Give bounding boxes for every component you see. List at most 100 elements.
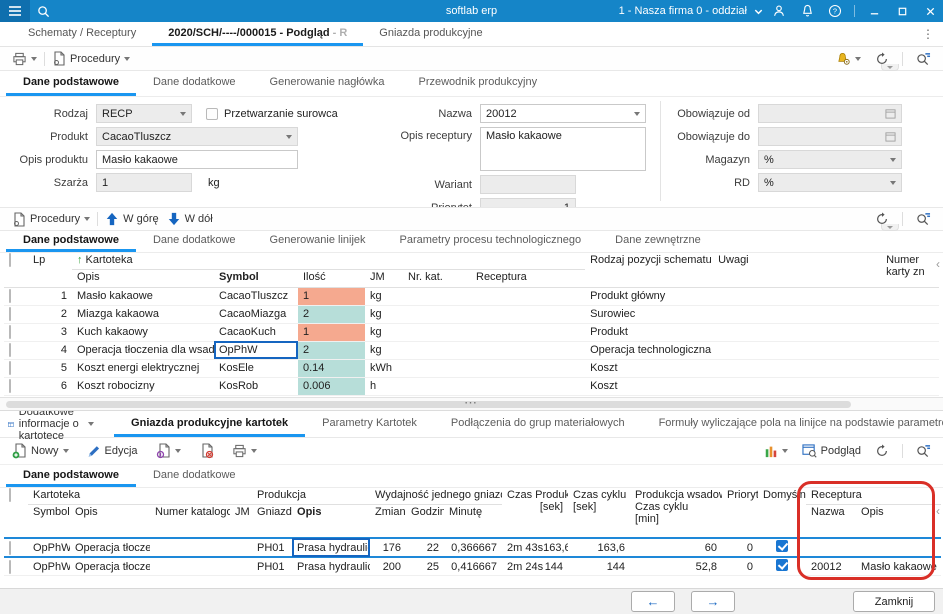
col-numer-karty[interactable]: Numer karty zn — [881, 253, 940, 288]
cell-receptura[interactable] — [471, 287, 586, 306]
cell-gniazdo-opis-selected[interactable]: Prasa hydraulicz — [292, 537, 371, 558]
tab-gniazda-produkcyjne[interactable]: Gniazda produkcyjne — [363, 22, 498, 46]
tab-overflow-menu[interactable]: ⋮ — [922, 27, 935, 41]
wariant-input[interactable] — [480, 175, 576, 194]
col-godzine[interactable]: Godzinę — [406, 504, 445, 539]
filter-search-button[interactable] — [912, 212, 935, 226]
col-nazwa[interactable]: Nazwa — [806, 504, 857, 539]
col-opis[interactable]: Opis — [72, 269, 214, 288]
cell-jm[interactable] — [230, 557, 253, 576]
cell-godzine[interactable]: 25 — [406, 557, 445, 576]
cell-jm[interactable]: kg — [365, 341, 403, 360]
przetwarzanie-surowca-checkbox[interactable] — [206, 107, 218, 120]
cell-priorytet[interactable]: 0 — [722, 557, 759, 576]
table-row[interactable]: 6 Koszt robocizny KosRob 0.006 h Koszt — [4, 377, 940, 396]
col-priorytet[interactable]: Priorytet — [722, 488, 759, 539]
cell-rodzaj[interactable]: Surowiec — [585, 305, 714, 324]
row-checkbox[interactable] — [9, 361, 11, 375]
cell-receptura-opis[interactable]: Masło kakaowe — [856, 557, 942, 576]
cell-opis[interactable]: Operacja tłoczenia — [70, 557, 150, 576]
toolbar-collapse-handle[interactable] — [881, 224, 899, 231]
row-checkbox[interactable] — [9, 307, 11, 321]
cell-rodzaj[interactable]: Operacja technologiczna — [585, 341, 714, 360]
col-nr-kat[interactable]: Nr. kat. — [403, 269, 471, 288]
podglad-button[interactable]: Podgląd — [798, 444, 865, 458]
cell-gniazdo[interactable]: PH01 — [252, 537, 293, 558]
tab-podlaczenia-grup[interactable]: Podłączenia do grup materiałowych — [434, 411, 642, 437]
refresh-button[interactable] — [871, 444, 893, 458]
cell-nr-kat[interactable] — [403, 341, 471, 360]
cell-opis[interactable]: Kuch kakaowy — [72, 323, 214, 342]
table-row[interactable]: 2 Miazga kakaowa CacaoMiazga 2 kg Surowi… — [4, 305, 940, 324]
cell-ilosc[interactable]: 1 — [298, 287, 365, 306]
cell-rodzaj[interactable]: Koszt — [585, 377, 714, 396]
tab-schematy-receptury[interactable]: Schematy / Receptury — [12, 22, 152, 46]
cell-czas-produkcji[interactable]: 2m 24s 144 — [502, 557, 569, 576]
table-row[interactable]: 1 Masło kakaowe CacaoTluszcz 1 kg Produk… — [4, 287, 940, 306]
document-info-button[interactable] — [152, 443, 185, 459]
col-symbol[interactable]: Symbol — [28, 504, 70, 539]
notification-settings-button[interactable] — [832, 52, 865, 66]
cell-receptura[interactable] — [471, 341, 586, 360]
cell-ilosc[interactable]: 1 — [298, 323, 365, 342]
cell-opis[interactable]: Miazga kakaowa — [72, 305, 214, 324]
cell-uwagi[interactable] — [713, 341, 882, 360]
notifications-button[interactable] — [794, 0, 820, 22]
cell-ilosc[interactable]: 2 — [298, 305, 365, 324]
cell-uwagi[interactable] — [713, 377, 882, 396]
col-czas-cyklu[interactable]: Czas cyklu [sek] — [568, 488, 631, 539]
zamknij-button[interactable]: Zamknij — [853, 591, 935, 612]
cell-nr-kat[interactable] — [403, 377, 471, 396]
print-button[interactable] — [8, 52, 41, 66]
global-search-button[interactable] — [30, 0, 56, 22]
row-checkbox[interactable] — [9, 325, 11, 339]
cell-nr-kat[interactable] — [403, 359, 471, 378]
col-ilosc[interactable]: Ilość — [298, 269, 365, 288]
chevron-down-icon[interactable] — [753, 6, 764, 17]
rodzaj-select[interactable]: RECP — [96, 104, 192, 123]
cell-symbol[interactable]: CacaoTluszcz — [214, 287, 298, 306]
cell-ilosc[interactable]: 2 — [298, 341, 365, 360]
cell-produkcja-wsadowa[interactable]: 60 — [630, 537, 723, 558]
cell-godzine[interactable]: 22 — [406, 537, 445, 558]
dodatkowe-informacje-menu[interactable]: Dodatkowe informacje o kartotece — [8, 406, 114, 442]
edycja-button[interactable]: Edycja — [83, 444, 142, 458]
row-checkbox[interactable] — [9, 289, 11, 303]
chart-button[interactable] — [760, 444, 792, 458]
col-produkcja-wsadowa[interactable]: Produkcja wsadowaCzas cyklu[min] — [630, 488, 723, 539]
col-gniazdo-opis[interactable]: Opis — [292, 504, 371, 539]
previous-record-button[interactable]: ← — [631, 591, 675, 612]
obowiazuje-do-datepicker[interactable] — [758, 127, 902, 146]
cell-receptura[interactable] — [471, 323, 586, 342]
cell-opis[interactable]: Operacja tłoczenia — [70, 537, 150, 558]
filter-search-button[interactable] — [912, 52, 935, 66]
nowy-button[interactable]: Nowy — [8, 443, 73, 459]
section-splitter[interactable]: ⋯ — [0, 395, 943, 411]
cell-rodzaj[interactable]: Koszt — [585, 359, 714, 378]
domyslna-checkbox[interactable] — [776, 540, 789, 552]
next-record-button[interactable]: → — [691, 591, 735, 612]
table-row[interactable]: 4 Operacja tłoczenia dla wsadu OpPhW 2 k… — [4, 341, 940, 360]
cell-zmiane[interactable]: 176 — [370, 537, 407, 558]
help-button[interactable]: ? — [822, 0, 848, 22]
cell-numer-karty[interactable] — [881, 377, 940, 396]
tab-dane-dodatkowe[interactable]: Dane dodatkowe — [136, 465, 253, 487]
cell-lp[interactable]: 6 — [28, 377, 72, 396]
cell-receptura-nazwa[interactable] — [806, 537, 857, 558]
cell-receptura[interactable] — [471, 359, 586, 378]
cell-czas-produkcji[interactable]: 2m 43s163,64 — [502, 537, 569, 558]
procedury-menu-button[interactable]: Procedury — [48, 51, 134, 66]
cell-lp[interactable]: 2 — [28, 305, 72, 324]
cell-gniazdo-opis[interactable]: Prasa hydraulicz — [292, 557, 371, 576]
cell-numer-karty[interactable] — [881, 341, 940, 360]
tab-formuly-wyliczajace[interactable]: Formuły wyliczające pola na linijce na p… — [642, 411, 943, 437]
cell-lp[interactable]: 1 — [28, 287, 72, 306]
scroll-left-hint[interactable]: ‹ — [936, 504, 940, 518]
obowiazuje-od-datepicker[interactable] — [758, 104, 902, 123]
move-up-button[interactable]: W górę — [101, 212, 162, 226]
document-delete-button[interactable] — [195, 443, 218, 459]
cell-symbol[interactable]: CacaoMiazga — [214, 305, 298, 324]
tab-schemat-podglad[interactable]: 2020/SCH/----/000015 - Podgląd - R — [152, 22, 364, 46]
col-receptura[interactable]: Receptura — [471, 269, 586, 288]
tab-dane-podstawowe[interactable]: Dane podstawowe — [6, 231, 136, 252]
